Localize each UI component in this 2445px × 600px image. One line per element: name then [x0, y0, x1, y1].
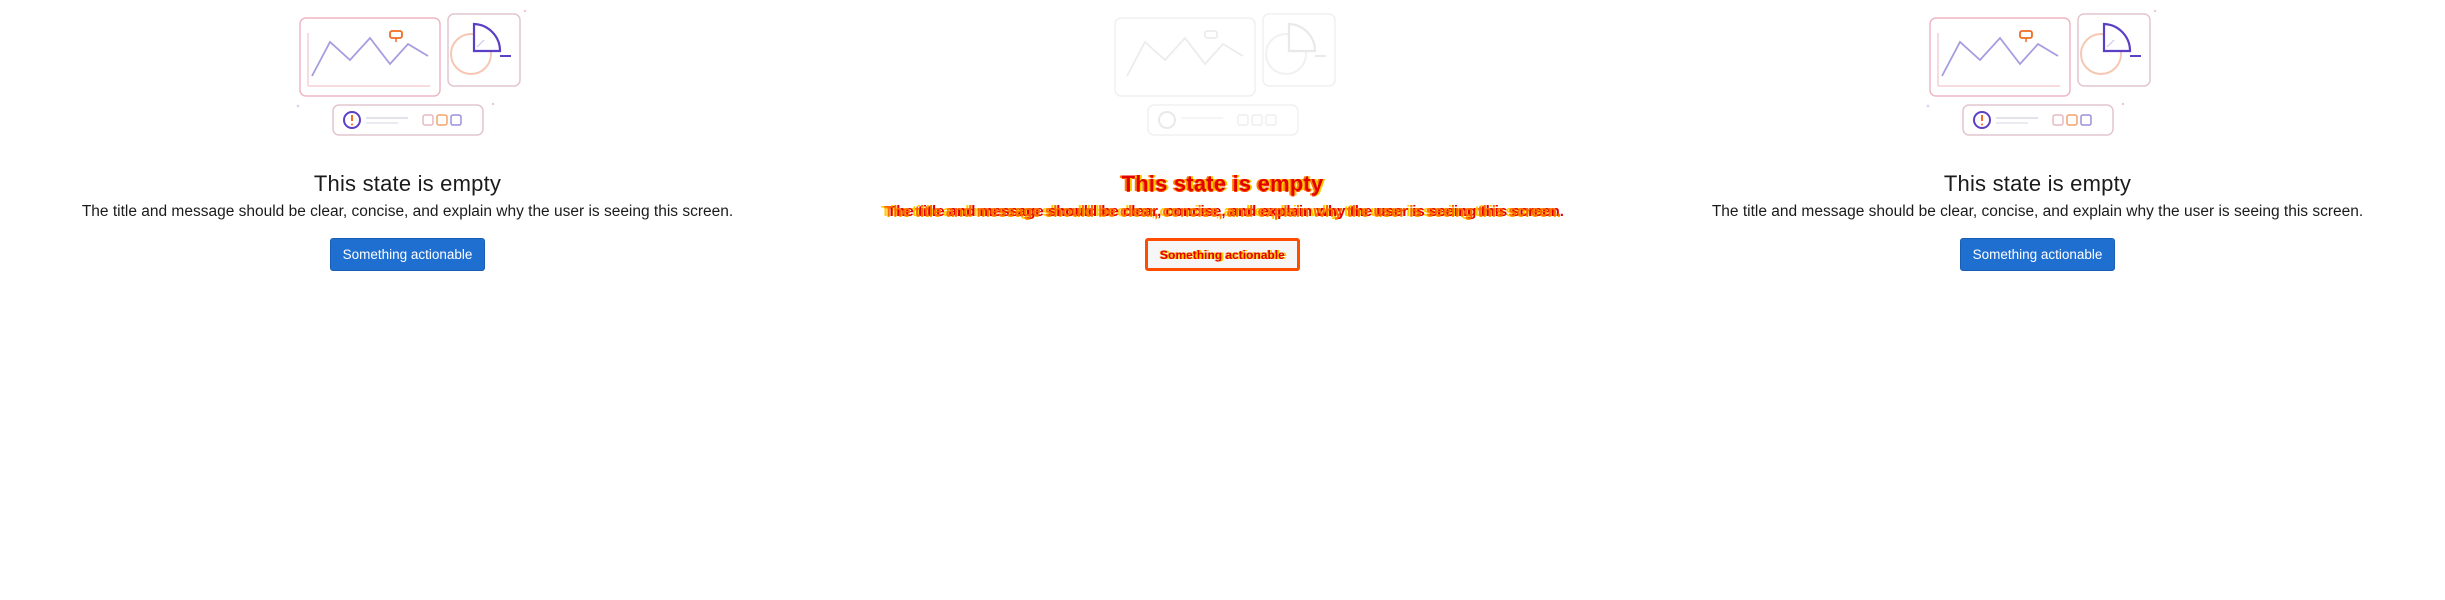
chart-card	[298, 17, 441, 97]
empty-state-illustration	[296, 9, 526, 136]
empty-state-illustration-faded	[1113, 13, 1336, 136]
empty-state-message: The title and message should be clear, c…	[884, 203, 1561, 220]
something-actionable-button[interactable]: Something actionable	[329, 238, 486, 271]
something-actionable-button[interactable]: Something actionable	[1959, 238, 2116, 271]
empty-state-message: The title and message should be clear, c…	[81, 203, 734, 220]
empty-state-panel-diff: This state is empty The title and messag…	[815, 0, 1630, 600]
empty-state-panel-right: This state is empty The title and messag…	[1630, 0, 2445, 600]
page: This state is empty The title and messag…	[0, 0, 2445, 600]
alert-circle-icon	[1157, 111, 1176, 129]
empty-state-title: This state is empty	[1121, 171, 1324, 196]
empty-state-title: This state is empty	[1943, 171, 2132, 196]
chart-card	[1928, 17, 2071, 97]
empty-state-title: This state is empty	[313, 171, 502, 196]
empty-state-message: The title and message should be clear, c…	[1711, 203, 2364, 220]
empty-state-illustration	[1926, 9, 2156, 136]
empty-state-panel-left: This state is empty The title and messag…	[0, 0, 815, 600]
something-actionable-button[interactable]: Something actionable	[1145, 238, 1300, 271]
